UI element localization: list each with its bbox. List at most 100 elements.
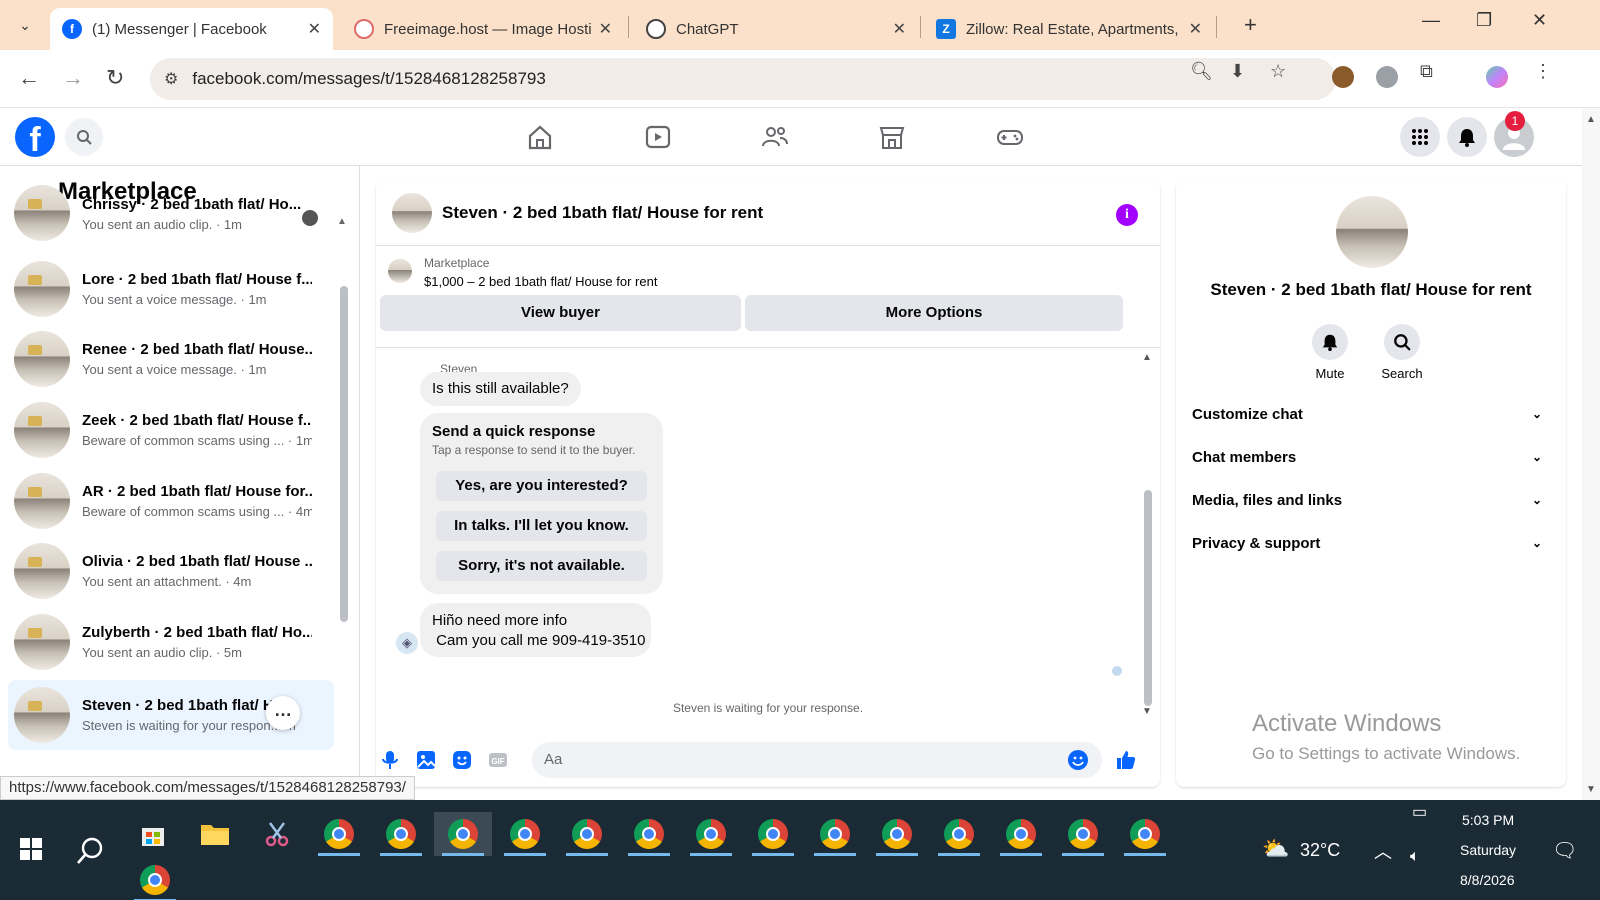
minimize-window-button[interactable]: —: [1422, 10, 1440, 31]
conversation-more-options-button[interactable]: …: [266, 696, 300, 730]
profile-avatar[interactable]: [1336, 196, 1408, 268]
privacy-support-row[interactable]: Privacy & support ⌄: [1192, 523, 1550, 563]
gaming-icon[interactable]: [995, 122, 1025, 152]
taskbar-chrome-window[interactable]: [806, 812, 864, 856]
listing-thumbnail[interactable]: [388, 259, 412, 283]
browser-menu-icon[interactable]: ⋮: [1534, 61, 1552, 82]
home-icon[interactable]: [525, 122, 555, 152]
extensions-puzzle-icon[interactable]: ⧉: [1420, 61, 1433, 82]
close-tab-icon[interactable]: ✕: [599, 19, 612, 39]
message-input[interactable]: Aa: [532, 742, 1102, 778]
microphone-icon[interactable]: [378, 748, 402, 772]
taskbar-chrome-window[interactable]: [620, 812, 678, 856]
photo-icon[interactable]: [414, 748, 438, 772]
url-text[interactable]: facebook.com/messages/t/1528468128258793: [192, 69, 545, 89]
taskbar-chrome-window[interactable]: [1116, 812, 1174, 856]
quick-reply-button[interactable]: Yes, are you interested?: [436, 471, 647, 501]
tab-search-menu-button[interactable]: ⌄: [8, 10, 42, 40]
quick-reply-button[interactable]: Sorry, it's not available.: [436, 551, 647, 581]
sticker-icon[interactable]: [450, 748, 474, 772]
install-app-icon[interactable]: ⬇: [1230, 61, 1245, 82]
chat-avatar[interactable]: [392, 192, 432, 233]
conversation-item[interactable]: Olivia · 2 bed 1bath flat/ House ... You …: [8, 538, 334, 604]
back-arrow-icon[interactable]: ←: [18, 65, 40, 91]
conversation-item[interactable]: Renee · 2 bed 1bath flat/ House... You se…: [8, 326, 334, 392]
taskbar-chrome-window[interactable]: [558, 812, 616, 856]
close-window-button[interactable]: ✕: [1532, 10, 1547, 31]
show-hidden-icons-chevron-icon[interactable]: ︿: [1374, 838, 1392, 864]
taskbar-store-app[interactable]: [124, 812, 182, 856]
site-settings-icon[interactable]: ⚙: [164, 69, 178, 89]
temperature-text[interactable]: 32°C: [1300, 840, 1340, 861]
tab-messenger[interactable]: f (1) Messenger | Facebook ✕: [50, 8, 333, 50]
weather-icon[interactable]: ⛅: [1262, 836, 1289, 862]
taskbar-chrome-window-active[interactable]: [434, 812, 492, 856]
info-icon[interactable]: i: [1116, 204, 1138, 226]
conversation-item[interactable]: Chrissy · 2 bed 1bath flat/ Ho... You sen…: [8, 185, 334, 246]
close-tab-icon[interactable]: ✕: [1189, 19, 1202, 39]
chat-members-row[interactable]: Chat members ⌄: [1192, 437, 1550, 477]
view-buyer-button[interactable]: View buyer: [380, 295, 741, 331]
conversation-item[interactable]: AR · 2 bed 1bath flat/ House for... Bewar…: [8, 468, 334, 534]
conversation-item[interactable]: Lore · 2 bed 1bath flat/ House f... You s…: [8, 256, 334, 322]
tab-freeimage[interactable]: Freeimage.host — Image Hostin ✕: [342, 8, 624, 50]
sidebar-scrollbar[interactable]: [340, 286, 348, 622]
video-icon[interactable]: [643, 122, 673, 152]
taskbar-chrome-window[interactable]: [744, 812, 802, 856]
reload-icon[interactable]: ↻: [106, 65, 124, 91]
profile-avatar-icon[interactable]: [1486, 66, 1508, 88]
cookie-extension-icon[interactable]: [1332, 66, 1354, 88]
facebook-search-button[interactable]: [65, 118, 103, 156]
taskbar-search-icon[interactable]: [76, 836, 106, 866]
gif-icon[interactable]: GIF: [486, 748, 510, 772]
taskbar-chrome-window[interactable]: [868, 812, 926, 856]
taskbar-snipping-tool[interactable]: [248, 812, 306, 856]
friends-icon[interactable]: [760, 122, 790, 152]
new-tab-button[interactable]: +: [1244, 12, 1257, 38]
volume-icon[interactable]: 🔈︎: [1410, 848, 1420, 866]
customize-chat-row[interactable]: Customize chat ⌄: [1192, 394, 1550, 434]
taskbar-chrome-window[interactable]: [682, 812, 740, 856]
clock-date[interactable]: 8/8/2026: [1460, 872, 1515, 888]
mute-action[interactable]: Mute: [1300, 324, 1360, 381]
taskbar-chrome-window[interactable]: [1054, 812, 1112, 856]
menu-grid-button[interactable]: [1400, 117, 1440, 157]
clock-time[interactable]: 5:03 PM: [1462, 812, 1514, 828]
windows-start-icon[interactable]: [20, 838, 42, 860]
thumbs-up-icon[interactable]: [1114, 748, 1138, 772]
restore-window-button[interactable]: ❐: [1476, 10, 1492, 31]
quick-reply-button[interactable]: In talks. I'll let you know.: [436, 511, 647, 541]
scroll-up-arrow-icon[interactable]: ▲: [1586, 114, 1596, 125]
forward-arrow-icon[interactable]: →: [62, 65, 84, 91]
taskbar-chrome-window[interactable]: [992, 812, 1050, 856]
notifications-button[interactable]: [1447, 117, 1487, 157]
search-action[interactable]: Search: [1372, 324, 1432, 381]
taskbar-chrome-window[interactable]: [930, 812, 988, 856]
facebook-logo-icon[interactable]: f: [15, 117, 55, 157]
close-tab-icon[interactable]: ✕: [893, 19, 906, 39]
taskbar-chrome-window[interactable]: [126, 858, 184, 900]
taskbar-chrome-window[interactable]: [310, 812, 368, 856]
conversation-item[interactable]: Zulyberth · 2 bed 1bath flat/ Ho... You s…: [8, 609, 334, 675]
bookmark-star-icon[interactable]: ☆: [1270, 61, 1286, 82]
clock-day[interactable]: Saturday: [1460, 842, 1516, 858]
taskbar-chrome-window[interactable]: [496, 812, 554, 856]
battery-icon[interactable]: ▭: [1412, 802, 1427, 822]
scroll-down-arrow-icon[interactable]: ▼: [1586, 784, 1596, 795]
zoom-icon[interactable]: 🔍︎: [1190, 61, 1213, 82]
media-files-links-row[interactable]: Media, files and links ⌄: [1192, 480, 1550, 520]
listing-title[interactable]: $1,000 – 2 bed 1bath flat/ House for ren…: [424, 274, 657, 289]
tab-zillow[interactable]: Z Zillow: Real Estate, Apartments, ✕: [924, 8, 1214, 50]
close-tab-icon[interactable]: ✕: [308, 19, 321, 39]
scroll-up-arrow-icon[interactable]: ▲: [1142, 352, 1152, 363]
tab-chatgpt[interactable]: ChatGPT ✕: [634, 8, 918, 50]
chat-title[interactable]: Steven · 2 bed 1bath flat/ House for ren…: [442, 203, 763, 223]
address-bar[interactable]: ⚙ facebook.com/messages/t/15284681282587…: [150, 58, 1336, 100]
page-scrollbar[interactable]: ▲ ▼: [1582, 108, 1600, 800]
globe-extension-icon[interactable]: [1376, 66, 1398, 88]
emoji-icon[interactable]: [1066, 748, 1090, 772]
conversation-item[interactable]: Zeek · 2 bed 1bath flat/ House f... Bewar…: [8, 397, 334, 463]
marketplace-icon[interactable]: [877, 122, 907, 152]
taskbar-chrome-window[interactable]: [372, 812, 430, 856]
scroll-up-arrow-icon[interactable]: ▲: [337, 216, 347, 227]
